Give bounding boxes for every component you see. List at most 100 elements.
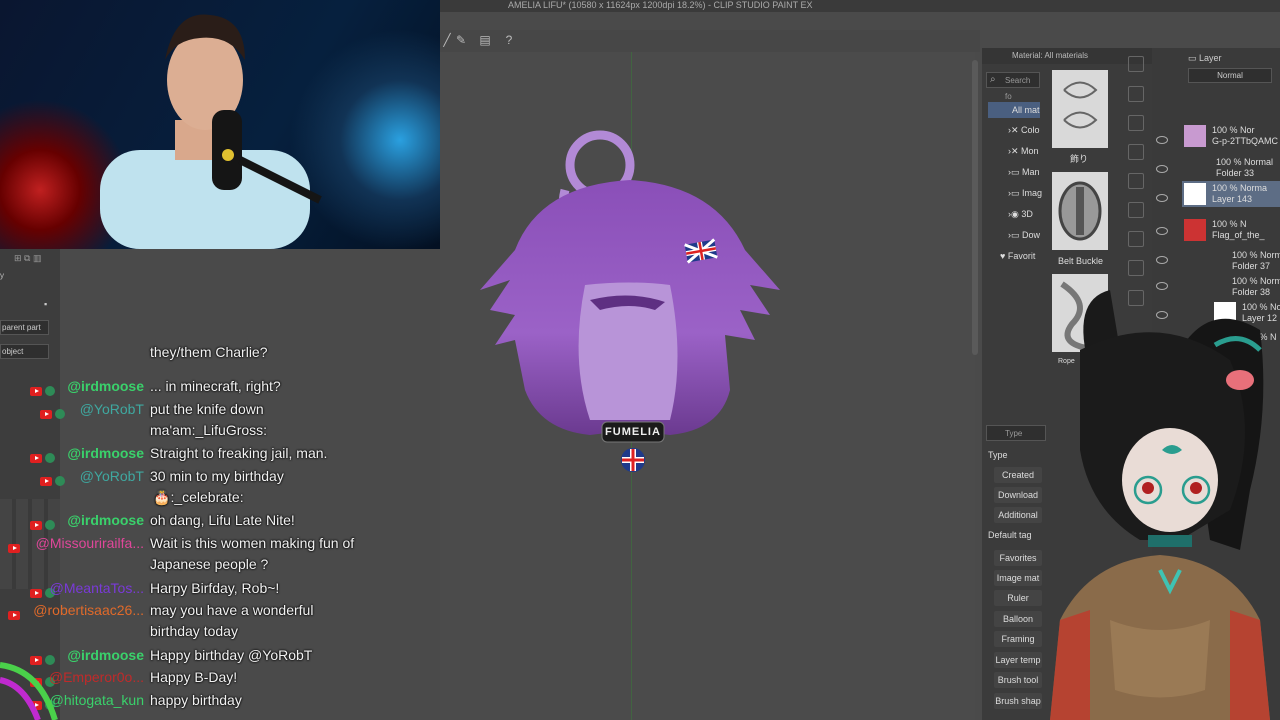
tree-download[interactable]: ›▭ Dow <box>1008 230 1040 241</box>
chat-text: Wait is this women making fun of Japanes… <box>150 535 355 572</box>
brush-icon[interactable]: ╱ <box>440 33 454 47</box>
uk-flag-round-icon <box>621 448 645 472</box>
material-thumb-ornament[interactable] <box>1052 70 1108 148</box>
material-side-icon[interactable] <box>1128 56 1144 72</box>
search-icon: ⌕ <box>990 74 996 85</box>
tree-3d[interactable]: ›◉ 3D <box>1008 209 1033 220</box>
material-side-icon[interactable] <box>1128 173 1144 189</box>
document-icon[interactable]: ▤ <box>478 33 492 47</box>
lock-icon[interactable]: ▪ <box>44 299 54 309</box>
layer-opacity: 100 % Normal <box>1216 157 1274 167</box>
tree-all-materials[interactable]: All mat <box>988 102 1040 118</box>
help-icon[interactable]: ? <box>502 33 516 47</box>
chat-author[interactable]: @YoRobT <box>80 399 144 420</box>
layer-opacity: 100 % Norma <box>1232 250 1280 260</box>
youtube-icon <box>30 520 42 530</box>
chat-author[interactable]: @irdmoose <box>67 510 144 531</box>
layer-opacity: 100 % Norma <box>1212 183 1268 193</box>
material-side-icon[interactable] <box>1128 260 1144 276</box>
chat-author[interactable]: @robertisaac26... <box>33 600 144 621</box>
webcam-feed <box>0 0 440 249</box>
panel-icons[interactable]: ⊞ ⧉ ▥ <box>14 253 54 263</box>
material-side-icon[interactable] <box>1128 86 1144 102</box>
globe-icon <box>45 453 55 464</box>
fumelia-badge: FUMELIA <box>605 426 661 438</box>
chat-text: 30 min to my birthday <box>150 468 284 484</box>
vtuber-avatar <box>1050 290 1270 720</box>
layer-row[interactable]: 100 % Nor G-p-2TTbQAMC <box>1182 123 1280 149</box>
chat-author[interactable]: @MeantaTos... <box>50 578 144 599</box>
layer-opacity: 100 % Norma <box>1232 276 1280 286</box>
canvas-toolbar: ╱ ✎ ▤ ? <box>440 30 980 52</box>
layer-row[interactable]: 100 % Normal Folder 33 <box>1200 155 1280 181</box>
layer-row[interactable]: 100 % NormaFolder 37 <box>1200 248 1280 274</box>
material-thumb-caption: 飾り <box>1070 154 1089 164</box>
badge-icons <box>30 447 55 468</box>
chat-text: Straight to freaking jail, man. <box>150 445 328 461</box>
material-panel-header: Material: All materials <box>982 48 1152 64</box>
layer-row-selected[interactable]: 100 % Norma Layer 143 <box>1182 181 1280 207</box>
badge-icons <box>8 537 20 558</box>
chat-author[interactable]: @irdmoose <box>67 376 144 397</box>
tree-color[interactable]: ›✕ Colo <box>1008 125 1040 136</box>
material-thumb-belt-buckle[interactable] <box>1052 172 1108 250</box>
layer-name: Layer 143 <box>1212 194 1253 204</box>
parent-part-field[interactable]: parent part <box>0 320 49 335</box>
chat-author[interactable]: @hitogata_kun <box>50 690 144 711</box>
chat-text: may you have a wonderful birthday today <box>150 602 314 639</box>
material-side-icon[interactable] <box>1128 231 1144 247</box>
youtube-icon <box>30 386 42 396</box>
badge-icons <box>40 470 65 491</box>
cake-emoji: 🎂:_celebrate: <box>153 489 244 505</box>
eye-icon[interactable] <box>1156 256 1168 264</box>
chat-text: they/them Charlie? <box>150 344 268 360</box>
layer-thumbnail <box>1184 125 1206 147</box>
eye-icon[interactable] <box>1156 165 1168 173</box>
badge-icons <box>30 514 55 535</box>
panel-label: y <box>0 271 4 280</box>
layer-opacity: 100 % N <box>1212 219 1247 229</box>
eye-icon[interactable] <box>1156 227 1168 235</box>
canvas-scrollbar[interactable] <box>972 60 978 355</box>
material-label-belt-buckle: Belt Buckle <box>1058 256 1104 266</box>
chat-text-emote: :_celebrate: <box>170 489 244 505</box>
tree-favorites[interactable]: ♥ Favorit <box>1000 251 1035 261</box>
blend-mode-select[interactable]: Normal <box>1188 68 1272 83</box>
youtube-icon <box>30 453 42 463</box>
chat-author[interactable]: @Emperor0o... <box>49 667 144 688</box>
chat-author[interactable]: @irdmoose <box>67 645 144 666</box>
youtube-icon <box>8 610 20 620</box>
title-bar: AMELIA LIFU* (10580 x 11624px 1200dpi 18… <box>440 0 1280 12</box>
chat-text: Happy birthday @YoRobT <box>150 647 313 663</box>
corner-decoration <box>0 662 58 720</box>
chat-text: oh dang, Lifu Late Nite! <box>150 512 295 528</box>
tree-monochrome[interactable]: ›✕ Mon <box>1008 146 1039 157</box>
tree-image[interactable]: ›▭ Imag <box>1008 188 1042 199</box>
material-side-icon[interactable] <box>1128 144 1144 160</box>
chat-author[interactable]: @Missourirailfa... <box>36 533 144 554</box>
streamer-silhouette <box>100 14 322 249</box>
badge-icons <box>30 380 55 401</box>
material-side-icon[interactable] <box>1128 202 1144 218</box>
globe-icon <box>55 409 65 420</box>
eye-icon[interactable] <box>1156 136 1168 144</box>
globe-icon <box>45 386 55 397</box>
chat-author[interactable]: @irdmoose <box>67 443 144 464</box>
layer-name: Folder 33 <box>1216 168 1255 178</box>
tree-manga[interactable]: ›▭ Man <box>1008 167 1040 178</box>
layer-name: Flag_of_the_ <box>1212 230 1265 240</box>
chat-text: ... in minecraft, right? <box>150 378 281 394</box>
globe-icon <box>55 476 65 487</box>
pen-icon[interactable]: ✎ <box>454 33 468 47</box>
eye-icon[interactable] <box>1156 282 1168 290</box>
layer-tab[interactable]: ▭ Layer <box>1188 53 1222 64</box>
chat-author[interactable]: @YoRobT <box>80 466 144 487</box>
material-side-icon[interactable] <box>1128 115 1144 131</box>
layer-opacity: 100 % Nor <box>1212 125 1255 135</box>
chat-text: Harpy Birfday, Rob~! <box>150 580 280 596</box>
youtube-icon <box>8 543 20 553</box>
badge-icons <box>40 403 65 424</box>
layer-row[interactable]: 100 % N Flag_of_the_ <box>1182 217 1280 243</box>
layer-name: Folder 37 <box>1232 261 1271 271</box>
eye-icon[interactable] <box>1156 194 1168 202</box>
